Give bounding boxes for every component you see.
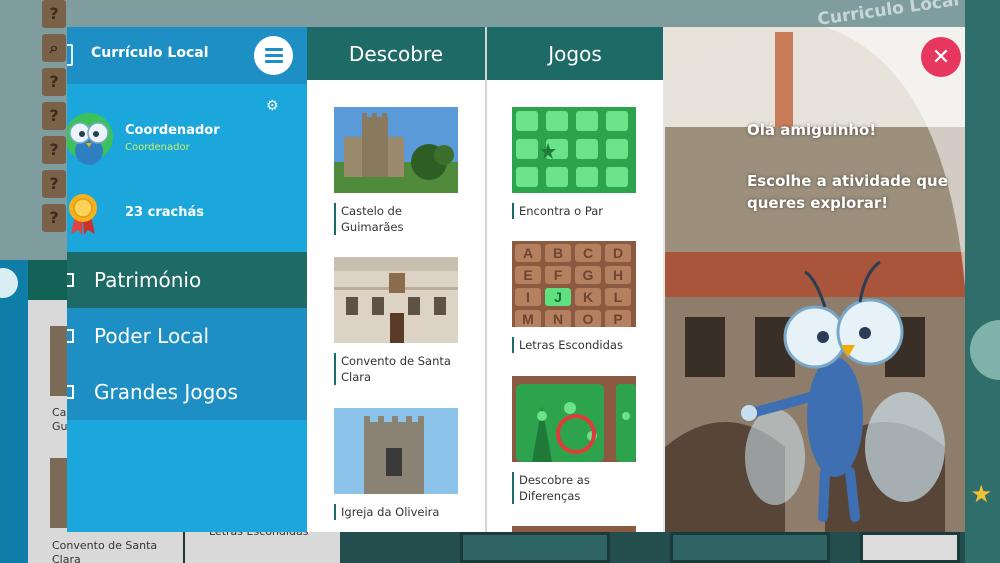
background-tab — [28, 260, 68, 300]
background-label: Clara — [52, 553, 81, 563]
background-decoration — [970, 320, 1000, 380]
svg-text:D: D — [613, 245, 623, 261]
background-tile — [460, 532, 610, 563]
user-name: Coordenador — [125, 123, 220, 138]
sidebar-item-patrimonio[interactable]: Património — [67, 252, 307, 308]
background-footer — [340, 532, 965, 563]
sidebar-item-label: Património — [94, 268, 202, 292]
background-menu-icon — [0, 268, 18, 298]
app-title: Currículo Local — [91, 45, 209, 61]
background-question-buttons: ? ⌕ ? ? ? ? ? — [42, 0, 66, 238]
badge-count: 23 crachás — [125, 205, 204, 220]
convent-thumbnail — [334, 257, 458, 343]
church-thumbnail — [334, 408, 458, 494]
building-icon — [67, 273, 74, 287]
games-column-title: Jogos — [487, 27, 663, 80]
svg-text:K: K — [583, 289, 593, 305]
game-card-letras-escondidas[interactable]: A B C D E F G H I J K L M N O P Letras E… — [512, 241, 636, 353]
svg-text:O: O — [583, 311, 594, 327]
differences-game-thumbnail — [512, 376, 636, 462]
svg-text:L: L — [614, 289, 623, 305]
letters-game-thumbnail: A B C D E F G H I J K L M N O P — [512, 241, 636, 328]
svg-text:I: I — [526, 289, 530, 305]
discover-card-label: Castelo de Guimarães — [334, 203, 458, 235]
menu-bar — [264, 54, 283, 57]
hero-illustration — [665, 27, 965, 532]
question-icon: ? — [42, 170, 66, 198]
svg-text:P: P — [613, 311, 622, 327]
question-icon: ? — [42, 102, 66, 130]
game-card-descobre-diferencas[interactable]: Descobre as Diferenças — [512, 376, 636, 504]
user-role: Coordenador — [125, 142, 190, 153]
close-button[interactable]: ✕ — [921, 37, 961, 77]
medal-icon — [69, 194, 97, 235]
game-icon — [67, 385, 74, 399]
question-icon: ? — [42, 68, 66, 96]
gear-icon[interactable]: ⚙ — [266, 99, 279, 113]
memory-game-thumbnail — [512, 107, 636, 193]
menu-bar — [264, 60, 283, 63]
discover-column: Descobre Castelo de Guimarães Convento d… — [307, 27, 485, 532]
svg-text:F: F — [554, 267, 563, 283]
background-label: Gu — [52, 420, 68, 433]
sidebar-header: Currículo Local — [67, 27, 307, 84]
discover-card-castelo[interactable]: Castelo de Guimarães — [334, 107, 458, 235]
background-right-panel: ★ — [965, 0, 1000, 563]
avatar — [67, 113, 113, 165]
hero-panel: Olá amiguinho! Escolhe a atividade que q… — [665, 27, 965, 532]
svg-text:A: A — [523, 245, 533, 261]
games-column: Jogos Encontra o Par A B C D E F G H I J… — [487, 27, 663, 532]
svg-text:N: N — [553, 311, 563, 327]
discover-card-igreja[interactable]: Igreja da Oliveira — [334, 408, 458, 520]
close-icon: ✕ — [931, 44, 951, 70]
hero-prompt: Escolhe a atividade que queres explorar! — [747, 172, 948, 212]
question-icon: ? — [42, 0, 66, 28]
svg-text:C: C — [583, 245, 593, 261]
background-watermark: Curriculo Local — [816, 0, 961, 30]
book-icon — [67, 44, 73, 66]
discover-card-label: Igreja da Oliveira — [334, 504, 458, 520]
star-icon: ★ — [970, 480, 992, 508]
background-tile — [860, 532, 960, 563]
svg-text:J: J — [554, 289, 562, 305]
game-card-encontra-o-par[interactable]: Encontra o Par — [512, 107, 636, 219]
hero-greeting: Olá amiguinho! — [747, 121, 877, 139]
svg-text:B: B — [553, 245, 563, 261]
sidebar-fill — [67, 420, 307, 532]
sidebar-item-poder-local[interactable]: Poder Local — [67, 308, 307, 364]
game-card-label: Descobre as Diferenças — [512, 472, 636, 504]
background-label: Ca — [52, 406, 67, 419]
building-icon — [67, 329, 74, 343]
activity-modal: Currículo Local ⚙ Coordenador Coordenado… — [67, 27, 965, 532]
game-card-label: Encontra o Par — [512, 203, 636, 219]
svg-text:E: E — [523, 267, 532, 283]
background-sidebar — [0, 260, 28, 563]
menu-bar — [264, 48, 283, 51]
game-card-label: Letras Escondidas — [512, 337, 636, 353]
hamburger-menu-button[interactable] — [254, 36, 293, 75]
sidebar: Currículo Local ⚙ Coordenador Coordenado… — [67, 27, 307, 532]
discover-card-label: Convento de Santa Clara — [334, 353, 458, 385]
castle-thumbnail — [334, 107, 458, 193]
question-icon: ? — [42, 136, 66, 164]
sidebar-item-label: Grandes Jogos — [94, 380, 238, 404]
game-card-partial — [512, 526, 636, 532]
svg-text:H: H — [613, 267, 623, 283]
sidebar-item-label: Poder Local — [94, 324, 209, 348]
svg-text:M: M — [522, 311, 534, 327]
question-icon: ? — [42, 204, 66, 232]
search-icon: ⌕ — [42, 34, 66, 62]
background-label: Convento de Santa — [52, 539, 158, 552]
svg-text:G: G — [583, 267, 594, 283]
sidebar-item-grandes-jogos[interactable]: Grandes Jogos — [67, 364, 307, 420]
discover-card-convento[interactable]: Convento de Santa Clara — [334, 257, 458, 385]
discover-column-title: Descobre — [307, 27, 485, 80]
background-tile — [670, 532, 830, 563]
